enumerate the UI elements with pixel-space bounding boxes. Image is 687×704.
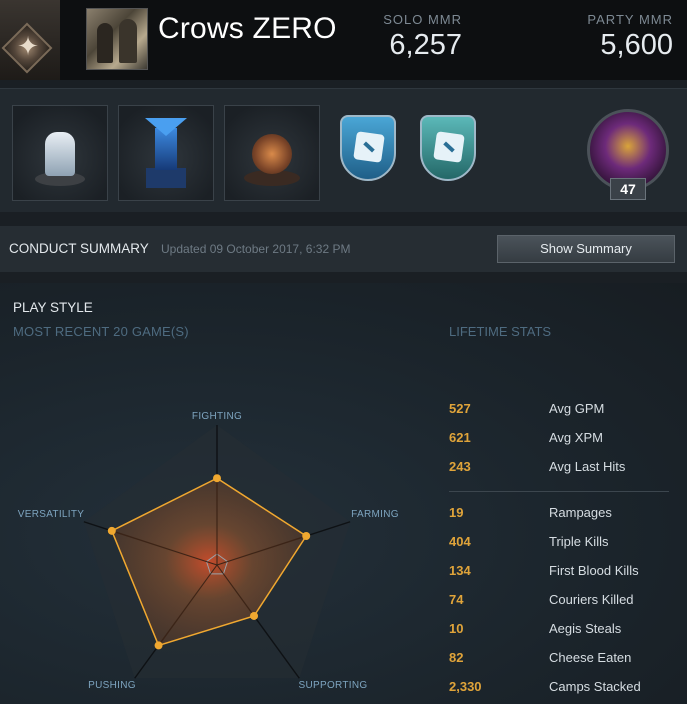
- conduct-updated-timestamp: Updated 09 October 2017, 6:32 PM: [161, 242, 351, 256]
- radar-point-versatility: [107, 526, 116, 535]
- trophy-showcase: [0, 88, 687, 212]
- emblem-slash: [363, 141, 375, 153]
- radar-axis-label-farming: FARMING: [351, 509, 399, 520]
- bronze-crown-trophy-icon: [252, 134, 292, 174]
- radar-axis-label-versatility: VERSATILITY: [18, 509, 84, 520]
- trophy-slot-1[interactable]: [12, 105, 108, 201]
- radar-point-pushing: [154, 641, 163, 650]
- radar-point-fighting: [213, 474, 221, 483]
- trophy-base: [146, 168, 186, 188]
- party-mmr: PARTY MMR 5,600: [575, 12, 673, 62]
- stat-row: 82 Cheese Eaten: [449, 650, 669, 670]
- profile-header: ✦ Crows ZERO SOLO MMR 6,257 PARTY MMR 5,…: [0, 0, 687, 80]
- stat-label: Couriers Killed: [549, 592, 634, 607]
- stat-label: Triple Kills: [549, 534, 609, 549]
- dota-shield-teal-icon[interactable]: [420, 115, 476, 181]
- solo-mmr-label: SOLO MMR: [383, 12, 462, 27]
- avatar[interactable]: [86, 8, 148, 70]
- trophy-slot-3[interactable]: [224, 105, 320, 201]
- play-style-radar-chart: FIGHTING FARMING SUPPORTING PUSHING VERSATIL…: [18, 411, 399, 691]
- stat-row: 10 Aegis Steals: [449, 621, 669, 641]
- stat-value: 19: [449, 505, 464, 520]
- stat-label: Aegis Steals: [549, 621, 622, 636]
- rank-medal-icon[interactable]: ✦: [0, 0, 60, 80]
- stat-label: Avg GPM: [549, 401, 605, 416]
- radar-axis-label-pushing: PUSHING: [88, 680, 136, 691]
- stat-value: 527: [449, 401, 471, 416]
- trophy-slot-2[interactable]: [118, 105, 214, 201]
- stat-value: 74: [449, 592, 464, 607]
- emblem-slash: [443, 141, 455, 153]
- dota-shield-blue-icon[interactable]: [340, 115, 396, 181]
- play-style-panel: PLAY STYLE MOST RECENT 20 GAME(S) LIFETI…: [0, 283, 687, 704]
- lifetime-stats-title: LIFETIME STATS: [449, 324, 552, 339]
- stat-value: 134: [449, 563, 471, 578]
- radar-point-supporting: [250, 611, 259, 620]
- avatar-figure: [119, 19, 137, 63]
- dota-emblem-icon: [353, 131, 385, 163]
- stat-value: 10: [449, 621, 464, 636]
- conduct-summary-bar: CONDUCT SUMMARY Updated 09 October 2017,…: [0, 226, 687, 272]
- avatar-figure: [97, 23, 113, 63]
- radar-axis-label-supporting: SUPPORTING: [299, 680, 368, 691]
- stat-value: 621: [449, 430, 471, 445]
- stat-row: 404 Triple Kills: [449, 534, 669, 554]
- stats-divider: [449, 491, 669, 492]
- stat-value: 404: [449, 534, 471, 549]
- stat-label: Avg XPM: [549, 430, 603, 445]
- stat-value: 2,330: [449, 679, 482, 694]
- stat-row: 243 Avg Last Hits: [449, 459, 669, 479]
- show-summary-button[interactable]: Show Summary: [497, 235, 675, 263]
- stat-row: 74 Couriers Killed: [449, 592, 669, 612]
- hero-level-badge: 47: [610, 178, 646, 200]
- stat-label: First Blood Kills: [549, 563, 639, 578]
- rank-star-icon: ✦: [17, 32, 39, 62]
- party-mmr-label: PARTY MMR: [587, 12, 673, 27]
- radar-point-farming: [302, 532, 311, 541]
- stat-row: 134 First Blood Kills: [449, 563, 669, 583]
- conduct-title: CONDUCT SUMMARY: [9, 241, 149, 256]
- solo-mmr-value: 6,257: [389, 29, 462, 61]
- stat-label: Camps Stacked: [549, 679, 641, 694]
- stat-label: Cheese Eaten: [549, 650, 632, 665]
- stat-label: Avg Last Hits: [549, 459, 626, 474]
- stat-row: 19 Rampages: [449, 505, 669, 525]
- stat-value: 243: [449, 459, 471, 474]
- stat-label: Rampages: [549, 505, 612, 520]
- player-name: Crows ZERO: [158, 12, 337, 45]
- solo-mmr: SOLO MMR 6,257: [370, 12, 462, 62]
- stat-value: 82: [449, 650, 464, 665]
- radar-axis-label-fighting: FIGHTING: [192, 411, 242, 422]
- white-dragon-trophy-icon: [45, 132, 75, 176]
- stat-row: 2,330 Camps Stacked: [449, 679, 669, 699]
- trophy-chevron: [145, 118, 187, 136]
- stat-row: 527 Avg GPM: [449, 401, 669, 421]
- dota-emblem-icon: [433, 131, 465, 163]
- stat-row: 621 Avg XPM: [449, 430, 669, 450]
- party-mmr-value: 5,600: [600, 29, 673, 61]
